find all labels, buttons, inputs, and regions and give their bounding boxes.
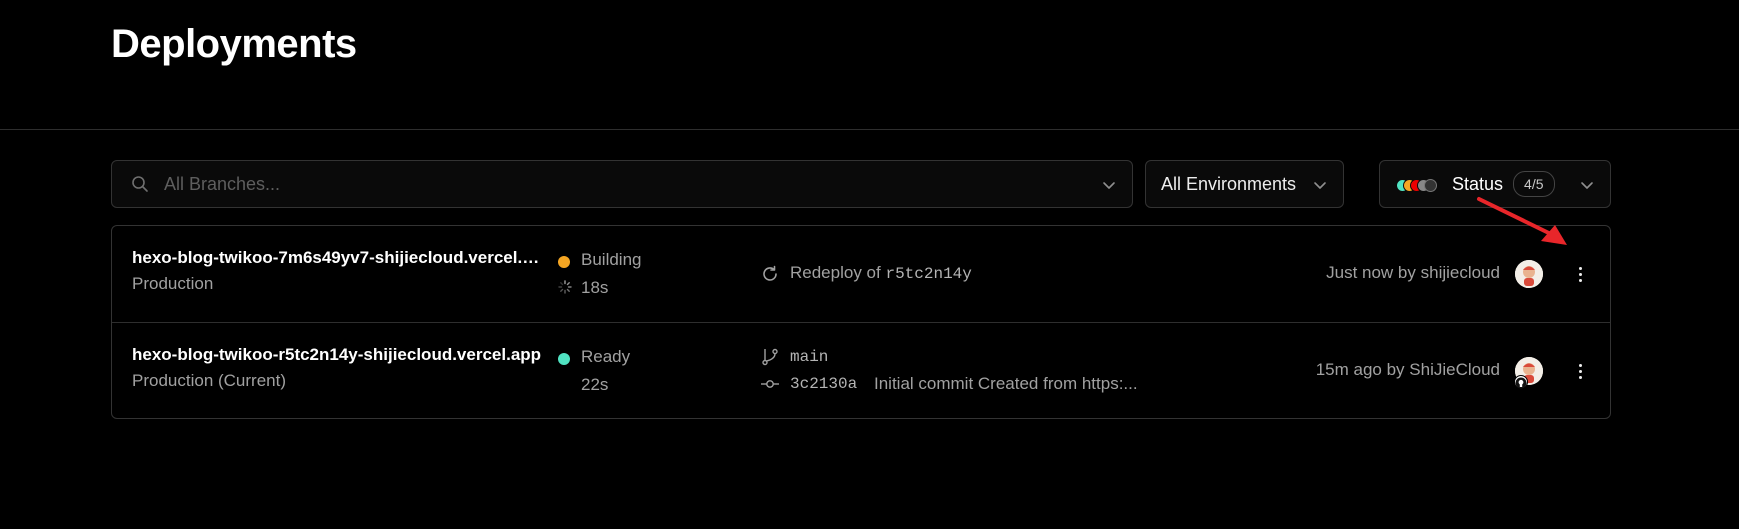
chevron-down-icon[interactable] bbox=[1100, 176, 1118, 194]
commit-sha[interactable]: 3c2130a bbox=[790, 375, 857, 393]
chevron-down-icon[interactable] bbox=[1578, 176, 1596, 194]
commit-message: Initial commit Created from https:... bbox=[874, 374, 1138, 393]
deployment-status: Ready bbox=[581, 347, 631, 366]
status-filter-label: Status bbox=[1452, 173, 1504, 194]
deployment-row[interactable]: hexo-blog-twikoo-r5tc2n14y-shijiecloud.v… bbox=[112, 322, 1610, 419]
git-commit-icon bbox=[760, 374, 780, 394]
more-menu-button[interactable] bbox=[1568, 359, 1592, 383]
deployment-environment: Production (Current) bbox=[132, 371, 287, 390]
deployment-status: Building bbox=[581, 250, 642, 269]
chevron-down-icon[interactable] bbox=[1311, 176, 1329, 194]
deployment-environment: Production bbox=[132, 274, 214, 293]
deployment-url[interactable]: hexo-blog-twikoo-r5tc2n14y-shijiecloud.v… bbox=[132, 345, 542, 365]
deployment-row[interactable]: hexo-blog-twikoo-7m6s49yv7-shijiecloud.v… bbox=[112, 226, 1610, 322]
deployment-meta: Just now by shijiecloud bbox=[1326, 263, 1500, 282]
environment-select[interactable]: All Environments bbox=[1145, 160, 1344, 208]
environment-select-value: All Environments bbox=[1161, 173, 1297, 194]
branch-search-input[interactable] bbox=[162, 172, 1066, 196]
redeploy-source[interactable]: Redeploy of r5tc2n14y bbox=[790, 263, 972, 283]
annotation-arrow-icon bbox=[1477, 197, 1567, 245]
git-branch-icon bbox=[760, 347, 780, 367]
status-dots-icon bbox=[1396, 177, 1440, 192]
search-icon bbox=[130, 174, 150, 194]
github-icon bbox=[1514, 375, 1528, 389]
status-count-badge: 4/5 bbox=[1513, 171, 1555, 197]
redeploy-ref[interactable]: r5tc2n14y bbox=[885, 265, 971, 283]
status-dot-ready bbox=[558, 353, 570, 365]
deployment-duration: 22s bbox=[581, 375, 609, 394]
branch-name[interactable]: main bbox=[790, 348, 828, 366]
deployment-url[interactable]: hexo-blog-twikoo-7m6s49yv7-shijiecloud.v… bbox=[132, 248, 542, 268]
deployments-list: hexo-blog-twikoo-7m6s49yv7-shijiecloud.v… bbox=[111, 225, 1611, 419]
page-title: Deployments bbox=[111, 22, 357, 66]
filters-bar: All Environments Status 4/5 bbox=[111, 160, 1611, 210]
branch-filter[interactable] bbox=[111, 160, 1133, 208]
status-dot-building bbox=[558, 256, 570, 268]
header-divider bbox=[0, 129, 1739, 130]
redeploy-label: Redeploy of bbox=[790, 263, 881, 282]
deployment-meta: 15m ago by ShiJieCloud bbox=[1315, 360, 1500, 379]
spinner-icon bbox=[558, 280, 572, 294]
deployment-duration: 18s bbox=[581, 278, 609, 297]
avatar[interactable] bbox=[1515, 260, 1543, 288]
redeploy-icon bbox=[760, 264, 780, 284]
more-menu-button[interactable] bbox=[1568, 262, 1592, 286]
